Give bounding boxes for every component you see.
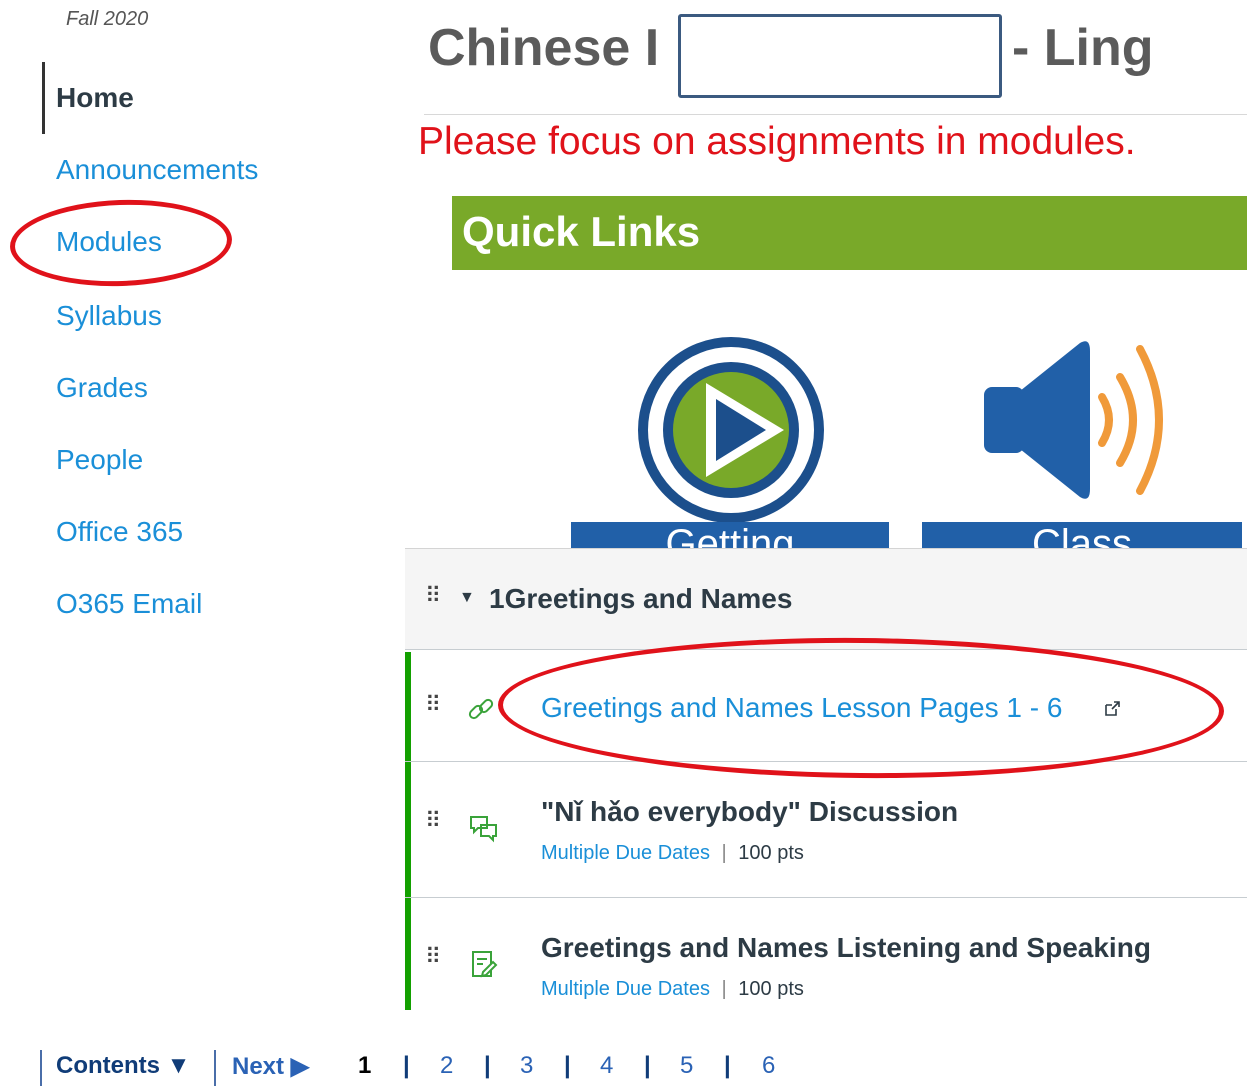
nav-office-365[interactable]: Office 365 [56, 516, 183, 548]
nav-syllabus[interactable]: Syllabus [56, 300, 162, 332]
meta-separator: | [721, 978, 727, 1000]
course-title-prefix: Chinese I [428, 19, 660, 77]
item-meta: Multiple Due Dates | 100 pts [541, 978, 804, 1001]
page-separator: | [644, 1052, 651, 1079]
redacted-box [678, 14, 1002, 98]
page-1[interactable]: 1 [358, 1052, 371, 1080]
discussion-icon [469, 814, 499, 849]
points-label: 100 pts [738, 978, 804, 1000]
play-icon[interactable] [636, 335, 826, 525]
nav-o365-email[interactable]: O365 Email [56, 588, 202, 620]
page-separator: | [724, 1052, 731, 1079]
active-nav-indicator [42, 62, 45, 134]
points-label: 100 pts [738, 842, 804, 864]
assignment-icon [469, 950, 499, 985]
module-header[interactable]: ⠿ ▼ 1Greetings and Names [405, 548, 1247, 650]
header-divider [424, 114, 1247, 115]
due-dates-link[interactable]: Multiple Due Dates [541, 842, 710, 864]
course-title-suffix: - Ling [1012, 19, 1154, 77]
page-separator: | [403, 1052, 410, 1079]
nav-grades[interactable]: Grades [56, 372, 148, 404]
module-item: ⠿ Greetings and Names Listening and Spea… [405, 898, 1247, 1010]
nav-people[interactable]: People [56, 444, 143, 476]
modules-highlight-circle [8, 196, 234, 290]
meta-separator: | [721, 842, 727, 864]
footer-divider [214, 1050, 216, 1086]
contents-menu[interactable]: Contents ▼ [56, 1052, 190, 1080]
page-5[interactable]: 5 [680, 1052, 693, 1080]
module-item: ⠿ "Nǐ hǎo everybody" Discussion Multiple… [405, 762, 1247, 898]
assignment-title[interactable]: Greetings and Names Listening and Speaki… [541, 932, 1151, 964]
modules-panel: ⠿ ▼ 1Greetings and Names ⠿ Greetings and… [405, 548, 1247, 1010]
footer-divider [40, 1050, 42, 1086]
page-4[interactable]: 4 [600, 1052, 613, 1080]
item-meta: Multiple Due Dates | 100 pts [541, 842, 804, 865]
drag-handle-icon[interactable]: ⠿ [425, 585, 441, 607]
term-label: Fall 2020 [66, 8, 149, 30]
collapse-caret-icon[interactable]: ▼ [459, 589, 475, 607]
notice-text: Please focus on assignments in modules. [418, 120, 1136, 163]
link-icon [467, 696, 495, 729]
page-separator: | [564, 1052, 571, 1079]
page-6[interactable]: 6 [762, 1052, 775, 1080]
nav-announcements[interactable]: Announcements [56, 154, 258, 186]
module-title[interactable]: 1Greetings and Names [489, 583, 792, 615]
drag-handle-icon[interactable]: ⠿ [425, 810, 441, 832]
due-dates-link[interactable]: Multiple Due Dates [541, 978, 710, 1000]
speaker-icon[interactable] [980, 335, 1190, 505]
page-2[interactable]: 2 [440, 1052, 453, 1080]
quick-links-heading: Quick Links [462, 208, 701, 255]
discussion-title[interactable]: "Nǐ hǎo everybody" Discussion [541, 796, 958, 828]
page-separator: | [484, 1052, 491, 1079]
drag-handle-icon[interactable]: ⠿ [425, 694, 441, 716]
nav-home[interactable]: Home [56, 82, 134, 114]
next-link[interactable]: Next ▶ [232, 1052, 309, 1081]
page-3[interactable]: 3 [520, 1052, 533, 1080]
drag-handle-icon[interactable]: ⠿ [425, 946, 441, 968]
